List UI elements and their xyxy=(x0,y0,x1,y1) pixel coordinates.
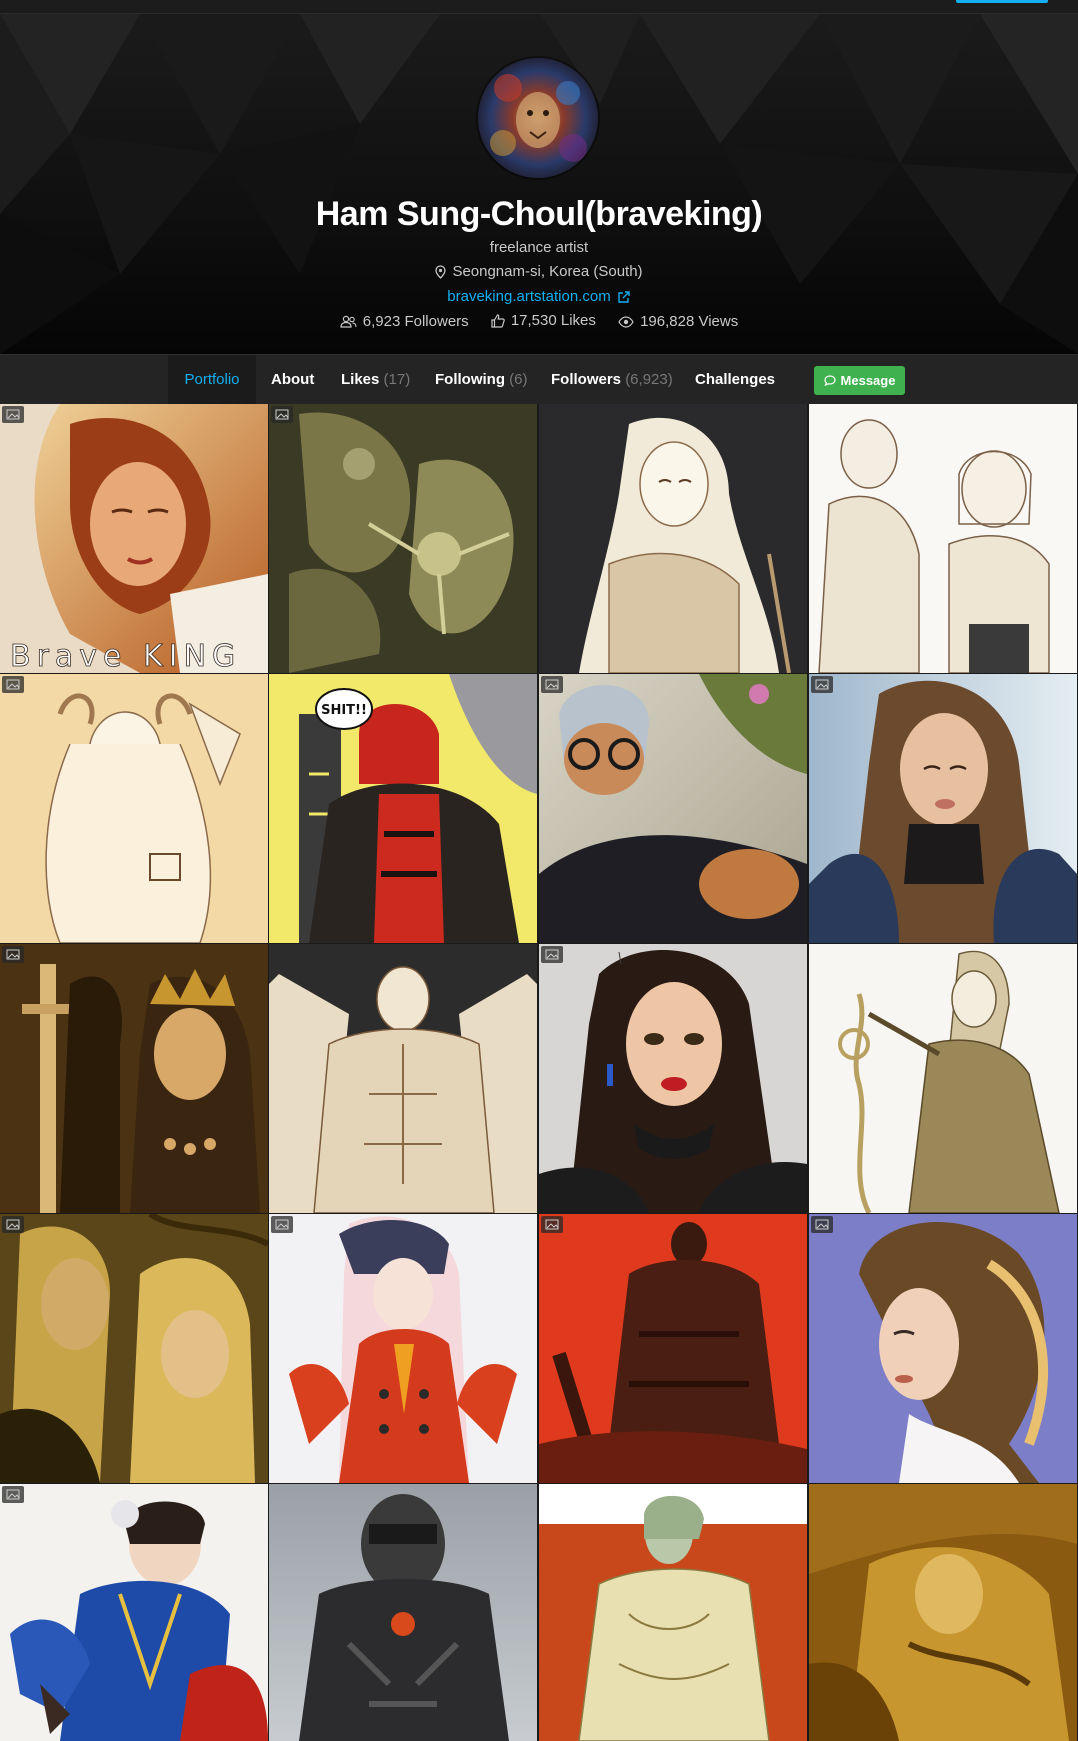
artwork-thumbnail xyxy=(0,674,268,943)
artwork-tile[interactable]: Brave KING xyxy=(0,404,268,673)
multi-image-icon xyxy=(2,676,24,693)
artwork-tile[interactable] xyxy=(809,404,1077,673)
artwork-thumbnail xyxy=(0,1484,268,1741)
artwork-thumbnail xyxy=(269,1484,537,1741)
tab-following-count: (6) xyxy=(509,371,528,388)
artwork-thumbnail: SHIT!! xyxy=(269,674,537,943)
artwork-thumbnail xyxy=(0,1214,268,1483)
tab-followers-label: Followers xyxy=(551,371,622,388)
artwork-tile[interactable] xyxy=(539,1484,807,1741)
artwork-thumbnail xyxy=(269,1214,537,1483)
multi-image-icon xyxy=(541,676,563,693)
profile-location: Seongnam-si, Korea (South) xyxy=(0,263,1078,283)
eye-icon xyxy=(618,315,634,328)
watermark-text: Brave KING xyxy=(10,639,241,673)
multi-image-icon xyxy=(271,1216,293,1233)
artwork-tile[interactable] xyxy=(269,1214,537,1483)
multi-image-icon xyxy=(811,676,833,693)
multi-image-icon xyxy=(271,406,293,423)
users-icon xyxy=(340,315,357,328)
message-button[interactable]: Message xyxy=(814,366,905,395)
likes-count: 17,530 Likes xyxy=(510,312,596,329)
message-button-label: Message xyxy=(840,373,896,388)
followers-stat: 6,923 Followers xyxy=(340,313,469,330)
followers-count: 6,923 Followers xyxy=(362,312,469,330)
multi-image-icon xyxy=(541,1216,563,1233)
tab-following[interactable]: Following (6) xyxy=(435,355,528,405)
tab-about[interactable]: About xyxy=(271,355,314,405)
artwork-tile[interactable] xyxy=(539,674,807,943)
speech-bubble-text: SHIT!! xyxy=(321,703,367,718)
tab-followers[interactable]: Followers (6,923) xyxy=(551,355,673,405)
tab-portfolio[interactable]: Portfolio xyxy=(168,355,256,405)
artwork-tile[interactable]: SHIT!! xyxy=(269,674,537,943)
artwork-thumbnail xyxy=(809,404,1077,673)
artwork-thumbnail xyxy=(539,1484,807,1741)
artwork-tile[interactable] xyxy=(539,944,807,1213)
artwork-tile[interactable] xyxy=(809,674,1077,943)
tab-likes-count: (17) xyxy=(383,371,411,388)
location-pin-icon xyxy=(435,264,447,279)
artwork-thumbnail xyxy=(269,944,537,1213)
artwork-thumbnail: Brave KING xyxy=(0,404,268,673)
artwork-tile[interactable] xyxy=(0,1484,268,1741)
artwork-thumbnail xyxy=(809,674,1077,943)
multi-image-icon xyxy=(2,1216,24,1233)
top-bar-accent[interactable] xyxy=(956,0,1048,3)
profile-website[interactable]: braveking.artstation.com xyxy=(0,288,1078,305)
profile-headline: freelance artist xyxy=(489,239,589,256)
artwork-thumbnail xyxy=(0,944,268,1213)
profile-stats: 6,923 Followers 17,530 Likes 196,828 Vie… xyxy=(0,312,1078,332)
artwork-tile[interactable] xyxy=(269,1484,537,1741)
comment-icon xyxy=(823,375,836,386)
artwork-thumbnail xyxy=(269,404,537,673)
artwork-thumbnail xyxy=(539,674,807,943)
artwork-tile[interactable] xyxy=(809,1214,1077,1483)
tab-followers-count: (6,923) xyxy=(625,371,673,388)
views-stat: 196,828 Views xyxy=(618,313,738,330)
multi-image-icon xyxy=(811,1216,833,1233)
artwork-thumbnail xyxy=(539,944,807,1213)
tab-likes[interactable]: Likes (17) xyxy=(341,355,410,405)
external-link-icon xyxy=(618,290,630,303)
portfolio-grid: Brave KING SHIT!! xyxy=(0,404,1078,1741)
artwork-tile[interactable] xyxy=(539,1214,807,1483)
artwork-thumbnail xyxy=(809,1484,1077,1741)
artwork-tile[interactable] xyxy=(809,944,1077,1213)
artwork-thumbnail xyxy=(539,1214,807,1483)
artwork-tile[interactable] xyxy=(0,1214,268,1483)
artwork-thumbnail xyxy=(809,944,1077,1213)
avatar[interactable] xyxy=(478,58,598,178)
artwork-tile[interactable] xyxy=(0,944,268,1213)
tab-challenges[interactable]: Challenges xyxy=(695,355,775,405)
artwork-tile[interactable] xyxy=(269,944,537,1213)
multi-image-icon xyxy=(2,946,24,963)
multi-image-icon xyxy=(541,946,563,963)
profile-nav: Portfolio About Likes (17) Following (6)… xyxy=(0,354,1078,405)
multi-image-icon xyxy=(2,406,24,423)
artwork-thumbnail xyxy=(539,404,807,673)
multi-image-icon xyxy=(2,1486,24,1503)
tab-likes-label: Likes xyxy=(341,371,380,388)
thumbs-up-icon xyxy=(491,313,505,328)
location-text: Seongnam-si, Korea (South) xyxy=(452,263,643,280)
artwork-tile[interactable] xyxy=(0,674,268,943)
profile-name: Ham Sung-Choul(braveking) xyxy=(315,195,763,233)
artwork-tile[interactable] xyxy=(269,404,537,673)
website-link[interactable]: braveking.artstation.com xyxy=(447,288,610,305)
artwork-tile[interactable] xyxy=(539,404,807,673)
likes-stat: 17,530 Likes xyxy=(491,312,596,329)
views-count: 196,828 Views xyxy=(640,313,739,330)
tab-following-label: Following xyxy=(435,371,505,388)
profile-header: Ham Sung-Choul(braveking) freelance arti… xyxy=(0,14,1078,354)
artwork-tile[interactable] xyxy=(809,1484,1077,1741)
artwork-thumbnail xyxy=(809,1214,1077,1483)
top-bar xyxy=(0,0,1078,14)
